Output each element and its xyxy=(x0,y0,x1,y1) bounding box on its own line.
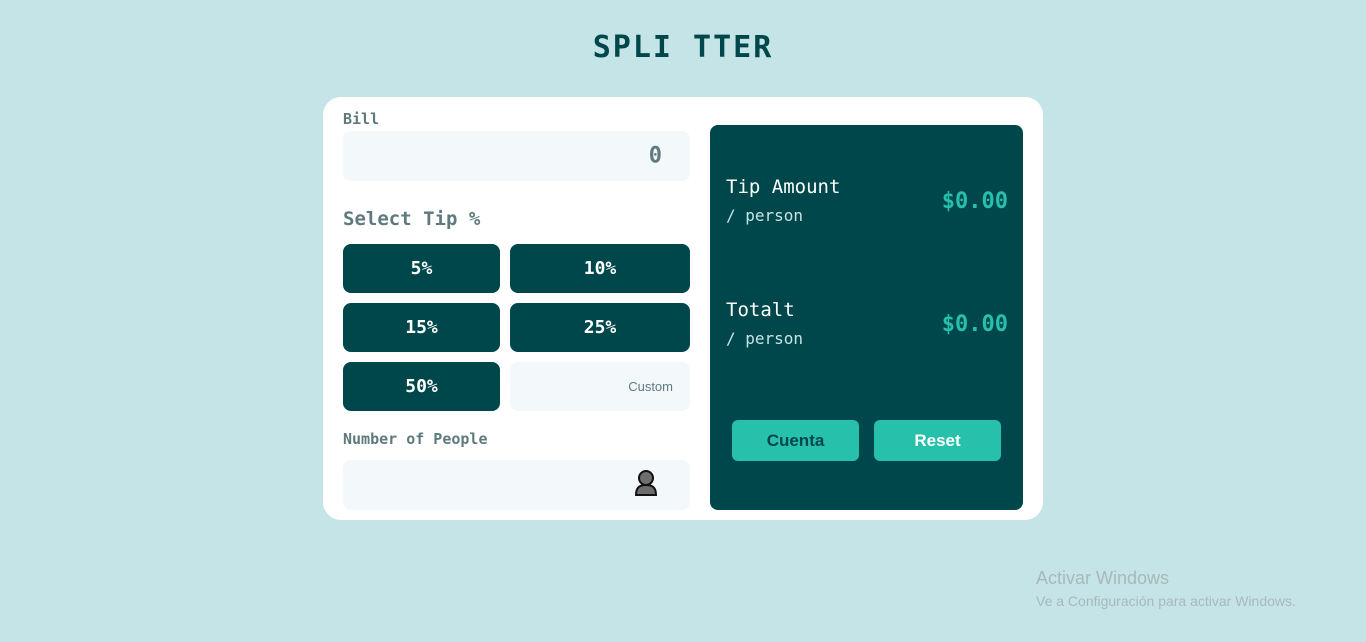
people-label: Number of People xyxy=(343,430,488,448)
total-value: $0.00 xyxy=(941,312,1008,337)
app-title: SPLI TTER xyxy=(592,30,774,65)
total-per-person: / person xyxy=(726,329,804,348)
person-icon xyxy=(634,469,658,501)
tip-amount-label: Tip Amount xyxy=(726,176,841,198)
tip-amount-per-person: / person xyxy=(726,206,804,225)
tip-25-button[interactable]: 25% xyxy=(510,303,690,352)
tip-10-button[interactable]: 10% xyxy=(510,244,690,293)
custom-tip-placeholder: Custom xyxy=(628,379,673,394)
custom-tip-input[interactable]: Custom xyxy=(510,362,690,411)
bill-input[interactable]: 0 xyxy=(343,131,690,181)
reset-button[interactable]: Reset xyxy=(874,420,1001,461)
windows-activation-title: Activar Windows xyxy=(1036,568,1170,588)
bill-label: Bill xyxy=(343,110,380,128)
results-panel: Tip Amount / person $0.00 Totalt / perso… xyxy=(710,125,1023,510)
select-tip-label: Select Tip % xyxy=(343,208,481,230)
tip-amount-value: $0.00 xyxy=(941,189,1008,214)
tip-15-button[interactable]: 15% xyxy=(343,303,500,352)
people-input[interactable] xyxy=(343,460,690,510)
cuenta-button[interactable]: Cuenta xyxy=(732,420,859,461)
bill-value: 0 xyxy=(648,143,662,169)
tip-50-button[interactable]: 50% xyxy=(343,362,500,411)
windows-activation-text: Ve a Configuración para activar Windows. xyxy=(1036,593,1296,609)
tip-5-button[interactable]: 5% xyxy=(343,244,500,293)
total-label: Totalt xyxy=(726,299,795,321)
